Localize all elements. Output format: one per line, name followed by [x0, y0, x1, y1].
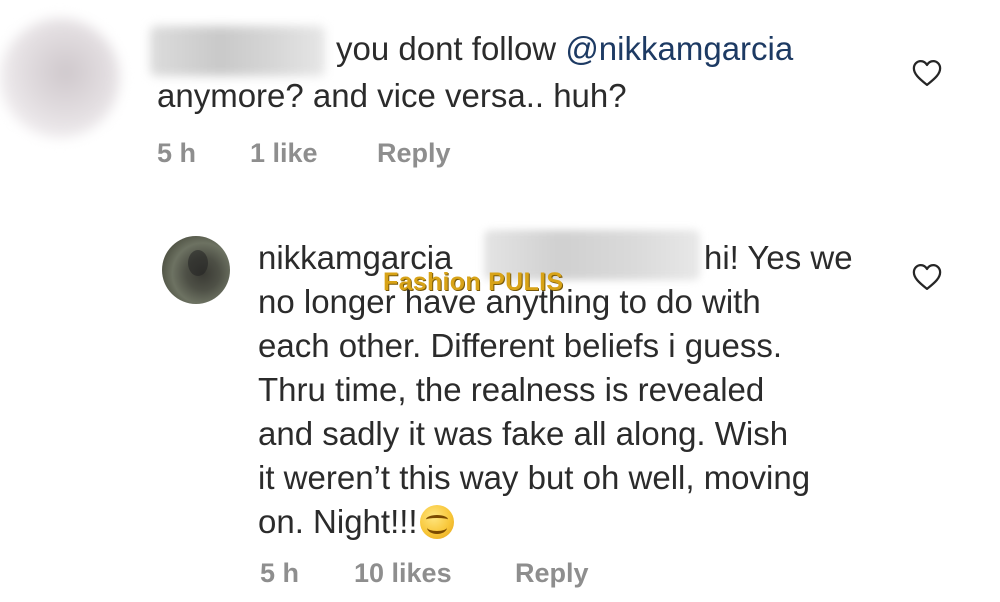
comment-text: on. Night!!! — [258, 503, 418, 540]
comment-text-line: anymore? and vice versa.. huh? — [157, 77, 627, 114]
comment-text-line: each other. Different beliefs i guess. — [258, 327, 783, 364]
reply-button[interactable]: Reply — [377, 138, 451, 169]
watermark-text: Fashion PULIS — [383, 268, 564, 296]
comment-text-line: on. Night!!! — [258, 500, 454, 543]
comment-text-line: it weren’t this way but oh well, moving — [258, 459, 811, 496]
heart-outline-icon[interactable] — [912, 59, 942, 87]
smiling-face-emoji — [419, 505, 454, 539]
avatar-blurred[interactable] — [0, 18, 120, 138]
likes-count[interactable]: 10 likes — [354, 558, 452, 589]
username-blurred[interactable] — [150, 26, 325, 76]
comment-text-line: hi! Yes we — [704, 239, 853, 276]
mention-link[interactable]: @nikkamgarcia — [565, 30, 793, 67]
reply-button[interactable]: Reply — [515, 558, 589, 589]
heart-outline-icon[interactable] — [912, 263, 942, 291]
avatar[interactable] — [162, 236, 230, 304]
comment-text: you dont follow — [336, 30, 566, 67]
likes-count[interactable]: 1 like — [250, 138, 318, 169]
comment-timestamp: 5 h — [157, 138, 197, 168]
comment-text-line: you dont follow @nikkamgarcia — [336, 27, 793, 70]
comment-timestamp: 5 h — [260, 558, 300, 588]
comment-text-line: Thru time, the realness is revealed — [258, 371, 765, 408]
comment-text-line: and sadly it was fake all along. Wish — [258, 415, 789, 452]
